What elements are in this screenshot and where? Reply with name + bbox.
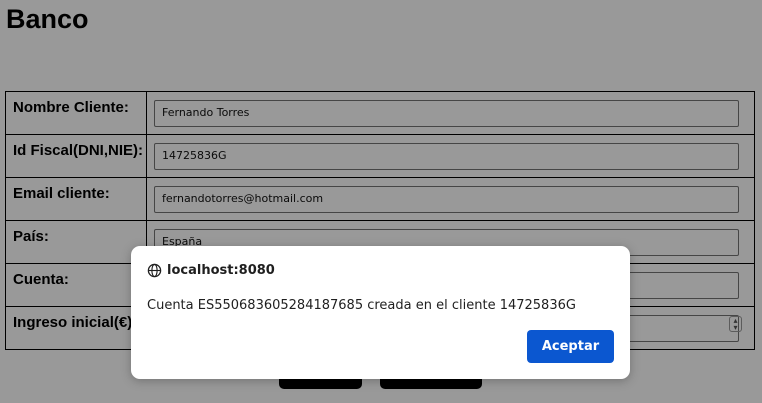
- accept-button[interactable]: Aceptar: [527, 330, 614, 363]
- dialog-message: Cuenta ES550683605284187685 creada en el…: [147, 298, 576, 313]
- alert-dialog: localhost:8080 Cuenta ES5506836052841876…: [131, 246, 630, 379]
- dialog-header: localhost:8080: [147, 263, 275, 278]
- dialog-origin: localhost:8080: [167, 263, 275, 278]
- globe-icon: [147, 263, 162, 278]
